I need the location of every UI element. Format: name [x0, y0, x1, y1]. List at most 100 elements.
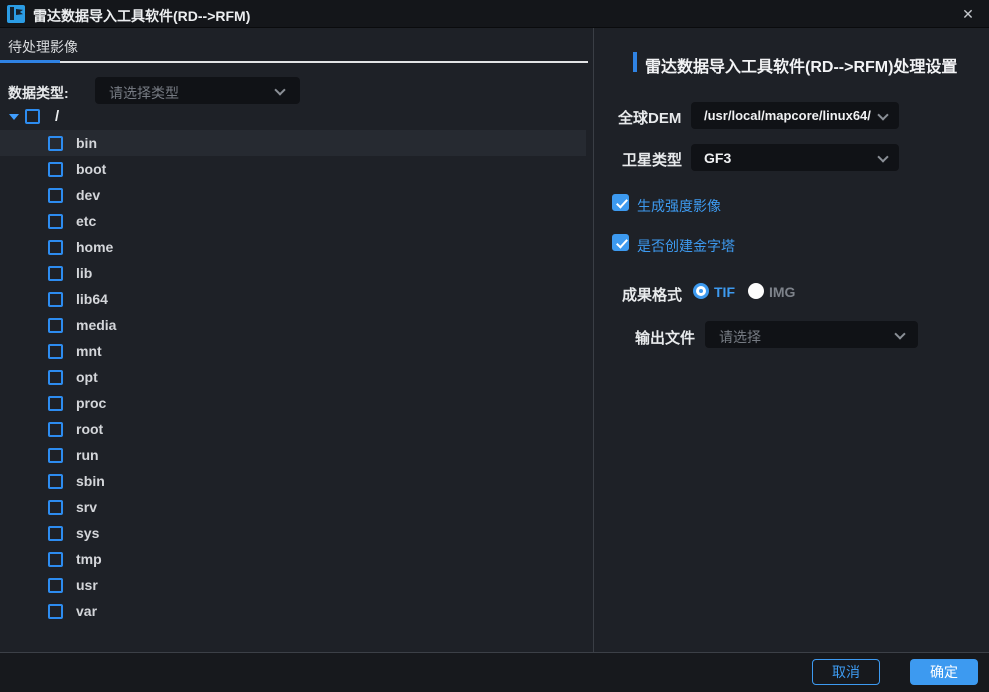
chevron-down-icon	[894, 328, 905, 339]
data-type-select[interactable]: 请选择类型	[95, 77, 300, 104]
tree-item-checkbox[interactable]	[48, 474, 63, 489]
tree-row[interactable]: lib	[0, 260, 586, 286]
tree-item-checkbox[interactable]	[48, 292, 63, 307]
tree-row[interactable]: sbin	[0, 468, 586, 494]
tree-item-label: etc	[76, 213, 96, 229]
tree-row[interactable]: proc	[0, 390, 586, 416]
tree-item-label: boot	[76, 161, 106, 177]
tree-item-label: var	[76, 603, 97, 619]
accent-bar	[633, 52, 637, 72]
tree-item-label: usr	[76, 577, 98, 593]
tree-item-checkbox[interactable]	[48, 604, 63, 619]
root-checkbox[interactable]	[25, 109, 40, 124]
intensity-image-label[interactable]: 生成强度影像	[637, 196, 721, 216]
tree-item-label: sbin	[76, 473, 105, 489]
tree-row[interactable]: lib64	[0, 286, 586, 312]
tree-row[interactable]: srv	[0, 494, 586, 520]
satellite-type-label: 卫星类型	[622, 149, 682, 170]
tree-row[interactable]: etc	[0, 208, 586, 234]
tree-row[interactable]: dev	[0, 182, 586, 208]
caret-down-icon[interactable]	[9, 114, 19, 120]
format-tif-label[interactable]: TIF	[714, 284, 735, 300]
tree-item-label: dev	[76, 187, 100, 203]
tree-item-checkbox[interactable]	[48, 214, 63, 229]
panel-divider	[593, 28, 594, 652]
tree-item-label: media	[76, 317, 116, 333]
data-type-placeholder: 请选择类型	[109, 83, 179, 103]
tree-item-label: mnt	[76, 343, 102, 359]
ok-button[interactable]: 确定	[910, 659, 978, 685]
intensity-image-checkbox[interactable]	[612, 194, 629, 211]
tree-item-label: home	[76, 239, 113, 255]
chevron-down-icon	[274, 84, 285, 95]
tree-item-label: srv	[76, 499, 97, 515]
tree-item-label: root	[76, 421, 103, 437]
output-file-label: 输出文件	[635, 327, 695, 348]
tree-item-checkbox[interactable]	[48, 396, 63, 411]
tree-item-checkbox[interactable]	[48, 136, 63, 151]
satellite-type-select[interactable]: GF3	[691, 144, 899, 171]
tree-row[interactable]: boot	[0, 156, 586, 182]
satellite-type-value: GF3	[704, 150, 731, 166]
global-dem-label: 全球DEM	[618, 107, 681, 128]
tree-item-checkbox[interactable]	[48, 448, 63, 463]
create-pyramid-checkbox[interactable]	[612, 234, 629, 251]
close-icon[interactable]: ✕	[959, 5, 977, 23]
tree-item-checkbox[interactable]	[48, 422, 63, 437]
tree-row[interactable]: sys	[0, 520, 586, 546]
tree-item-label: bin	[76, 135, 97, 151]
tree-item-label: opt	[76, 369, 98, 385]
result-format-label: 成果格式	[622, 284, 682, 305]
footer: 取消 确定	[0, 652, 989, 692]
tree-item-checkbox[interactable]	[48, 318, 63, 333]
tree-item-checkbox[interactable]	[48, 162, 63, 177]
tab-divider-line	[60, 61, 588, 63]
app-window: 雷达数据导入工具软件(RD-->RFM) ✕ 待处理影像 数据类型: 请选择类型…	[0, 0, 989, 692]
cancel-button[interactable]: 取消	[812, 659, 880, 685]
global-dem-select[interactable]: /usr/local/mapcore/linux64/	[691, 102, 899, 129]
create-pyramid-label[interactable]: 是否创建金字塔	[637, 236, 735, 256]
tree-item-label: lib	[76, 265, 92, 281]
tree-item-checkbox[interactable]	[48, 240, 63, 255]
tree-item-checkbox[interactable]	[48, 188, 63, 203]
tree-item-checkbox[interactable]	[48, 500, 63, 515]
output-file-select[interactable]: 请选择	[705, 321, 918, 348]
tree-item-label: lib64	[76, 291, 108, 307]
output-file-placeholder: 请选择	[719, 327, 761, 347]
tree-root-label: /	[55, 108, 59, 125]
tree-row[interactable]: var	[0, 598, 586, 624]
tree-row[interactable]: tmp	[0, 546, 586, 572]
tree-item-checkbox[interactable]	[48, 344, 63, 359]
titlebar: 雷达数据导入工具软件(RD-->RFM) ✕	[0, 0, 989, 28]
tree-item-checkbox[interactable]	[48, 370, 63, 385]
format-tif-radio[interactable]	[693, 283, 709, 299]
tree-root-row[interactable]: /	[0, 104, 586, 130]
data-type-label: 数据类型:	[8, 83, 69, 103]
tab-pending-images[interactable]: 待处理影像	[8, 37, 78, 57]
tree-row[interactable]: usr	[0, 572, 586, 598]
tree-item-checkbox[interactable]	[48, 266, 63, 281]
tree-row[interactable]: bin	[0, 130, 586, 156]
app-icon	[7, 5, 25, 23]
tree-item-label: proc	[76, 395, 106, 411]
tree-row[interactable]: media	[0, 312, 586, 338]
tree-row[interactable]: run	[0, 442, 586, 468]
tree-item-label: run	[76, 447, 99, 463]
tree-children: bin boot dev etc home lib lib64 media mn…	[0, 130, 586, 624]
tree-item-checkbox[interactable]	[48, 552, 63, 567]
settings-title: 雷达数据导入工具软件(RD-->RFM)处理设置	[645, 53, 957, 77]
tree-item-checkbox[interactable]	[48, 526, 63, 541]
global-dem-value: /usr/local/mapcore/linux64/	[704, 108, 871, 123]
chevron-down-icon	[877, 151, 888, 162]
tab-active-indicator	[0, 60, 60, 63]
tree-row[interactable]: mnt	[0, 338, 586, 364]
tree-row[interactable]: root	[0, 416, 586, 442]
format-img-label[interactable]: IMG	[769, 284, 795, 300]
tree-item-label: sys	[76, 525, 99, 541]
tree-row[interactable]: home	[0, 234, 586, 260]
tree-item-checkbox[interactable]	[48, 578, 63, 593]
format-img-radio[interactable]	[748, 283, 764, 299]
chevron-down-icon	[877, 109, 888, 120]
tree-row[interactable]: opt	[0, 364, 586, 390]
window-title: 雷达数据导入工具软件(RD-->RFM)	[33, 6, 250, 26]
